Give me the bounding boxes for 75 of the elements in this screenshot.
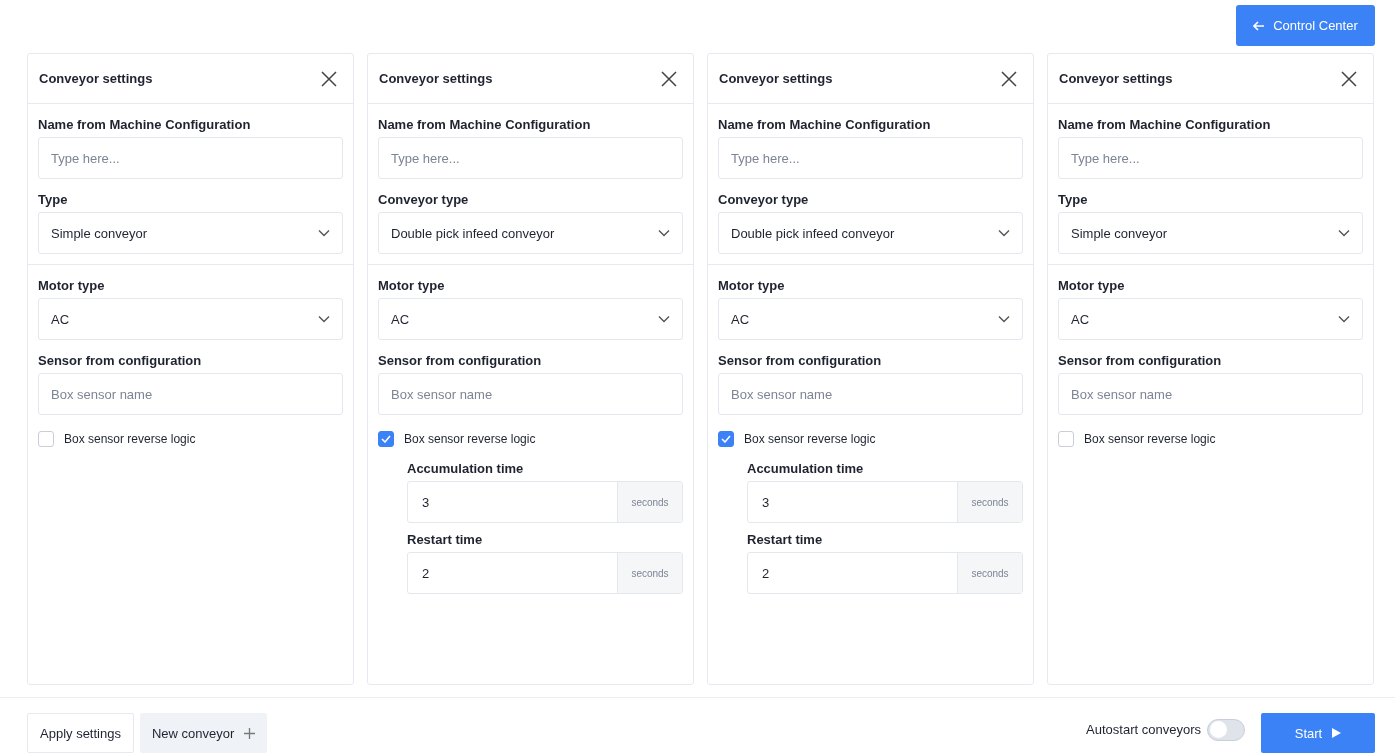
checkbox-label: Box sensor reverse logic — [744, 432, 876, 446]
checkbox[interactable] — [718, 431, 734, 447]
time-input[interactable]: 2 seconds — [747, 552, 1023, 594]
name-input[interactable]: Type here... — [378, 137, 683, 179]
name-input[interactable]: Type here... — [718, 137, 1023, 179]
checkbox[interactable] — [1058, 431, 1074, 447]
panel-title: Conveyor settings — [379, 71, 493, 86]
field-label: Sensor from configuration — [718, 353, 883, 369]
field-label: Name from Machine Configuration — [378, 117, 592, 133]
sensor-input[interactable]: Box sensor name — [378, 373, 683, 415]
chevron-down-icon — [318, 315, 330, 323]
panel-title: Conveyor settings — [719, 71, 833, 86]
field-label: Conveyor type — [378, 192, 470, 208]
new-conveyor-button[interactable]: New conveyor — [139, 713, 268, 753]
name-input[interactable]: Type here... — [38, 137, 343, 179]
type-dropdown[interactable]: Simple conveyor — [1058, 212, 1363, 254]
time-input[interactable]: 3 seconds — [747, 481, 1023, 523]
motor-dropdown[interactable]: AC — [1058, 298, 1363, 340]
motor-dropdown[interactable]: AC — [38, 298, 343, 340]
checkmark-icon — [721, 435, 731, 443]
sensor-input[interactable]: Box sensor name — [718, 373, 1023, 415]
type-dropdown[interactable]: Double pick infeed conveyor — [718, 212, 1023, 254]
field-label: Restart time — [747, 532, 824, 548]
checkbox-label: Box sensor reverse logic — [64, 432, 196, 446]
plus-icon — [244, 727, 256, 739]
chevron-down-icon — [658, 315, 670, 323]
toggle-switch[interactable] — [1207, 718, 1245, 741]
field-label: Name from Machine Configuration — [38, 117, 252, 133]
play-icon — [1332, 728, 1342, 738]
motor-dropdown[interactable]: AC — [378, 298, 683, 340]
checkbox[interactable] — [38, 431, 54, 447]
chevron-down-icon — [1338, 229, 1350, 237]
type-dropdown[interactable]: Simple conveyor — [38, 212, 343, 254]
field-label: Conveyor type — [718, 192, 810, 208]
field-label: Name from Machine Configuration — [718, 117, 932, 133]
field-label: Motor type — [38, 278, 106, 294]
sensor-input[interactable]: Box sensor name — [38, 373, 343, 415]
chevron-down-icon — [318, 229, 330, 237]
field-label: Type — [1058, 192, 1089, 208]
field-label: Name from Machine Configuration — [1058, 117, 1272, 133]
field-label: Sensor from configuration — [378, 353, 543, 369]
checkbox-label: Box sensor reverse logic — [1084, 432, 1216, 446]
field-label: Type — [38, 192, 69, 208]
motor-dropdown[interactable]: AC — [718, 298, 1023, 340]
checkbox-label: Box sensor reverse logic — [404, 432, 536, 446]
time-input[interactable]: 3 seconds — [407, 481, 683, 523]
chevron-down-icon — [998, 229, 1010, 237]
chevron-down-icon — [998, 315, 1010, 323]
panel-title: Conveyor settings — [1059, 71, 1173, 86]
toggle-label: Autostart conveyors — [1086, 722, 1201, 737]
chevron-down-icon — [1338, 315, 1350, 323]
field-label: Motor type — [1058, 278, 1126, 294]
chevron-down-icon — [658, 229, 670, 237]
start-button[interactable]: Start — [1261, 713, 1375, 753]
field-label: Accumulation time — [407, 461, 525, 477]
field-label: Sensor from configuration — [1058, 353, 1223, 369]
panel-title: Conveyor settings — [39, 71, 153, 86]
close-icon[interactable] — [1341, 70, 1357, 87]
close-icon[interactable] — [321, 70, 337, 87]
control-center-button[interactable]: Control Center — [1236, 5, 1375, 46]
close-icon[interactable] — [1001, 70, 1017, 87]
checkmark-icon — [381, 435, 391, 443]
field-label: Accumulation time — [747, 461, 865, 477]
close-icon[interactable] — [661, 70, 677, 87]
checkbox[interactable] — [378, 431, 394, 447]
sensor-input[interactable]: Box sensor name — [1058, 373, 1363, 415]
time-input[interactable]: 2 seconds — [407, 552, 683, 594]
field-label: Restart time — [407, 532, 484, 548]
apply-settings-button[interactable]: Apply settings — [27, 713, 134, 753]
name-input[interactable]: Type here... — [1058, 137, 1363, 179]
arrow-left-icon — [1253, 20, 1266, 31]
field-label: Motor type — [378, 278, 446, 294]
type-dropdown[interactable]: Double pick infeed conveyor — [378, 212, 683, 254]
field-label: Motor type — [718, 278, 786, 294]
field-label: Sensor from configuration — [38, 353, 203, 369]
